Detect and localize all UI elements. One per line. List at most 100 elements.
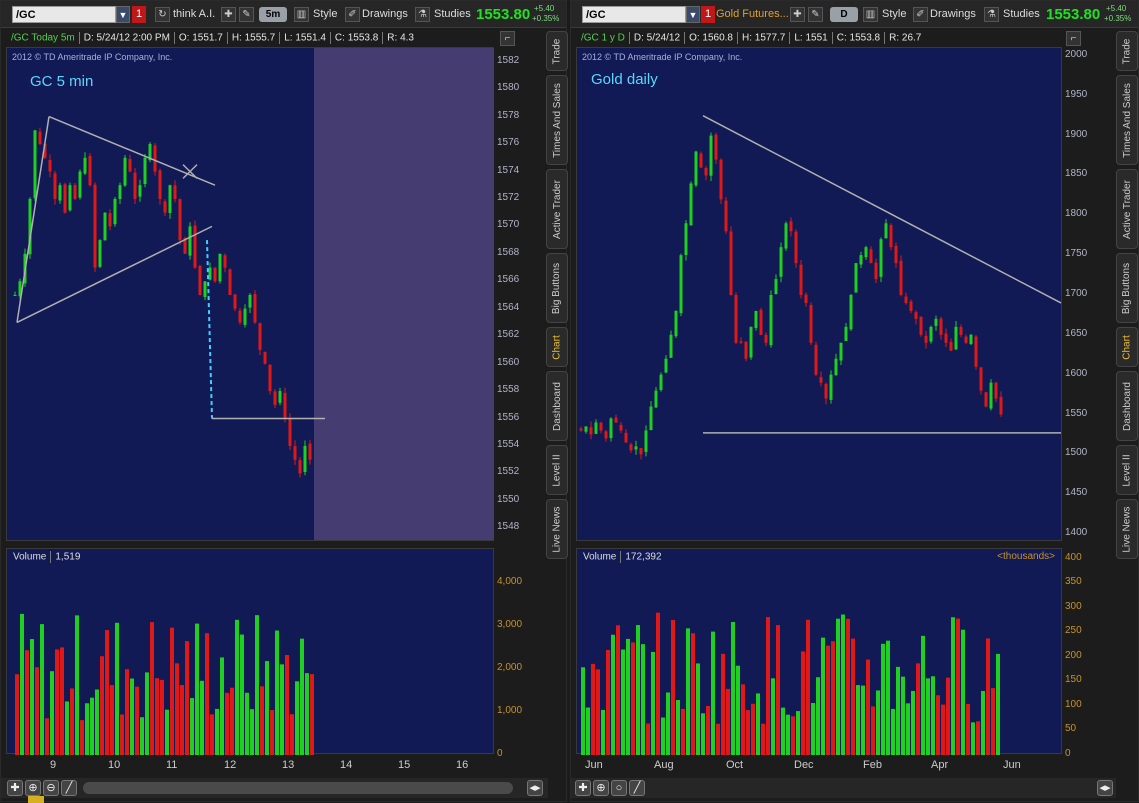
wrench-icon[interactable]: ✎: [239, 7, 254, 22]
y-tick-label: 1552: [497, 466, 520, 478]
side-tab-big-buttons[interactable]: Big Buttons: [546, 253, 568, 323]
volume-bar: [846, 618, 850, 755]
drawings-menu[interactable]: Drawings: [362, 8, 408, 20]
crosshair-icon[interactable]: ✚: [790, 7, 805, 22]
symbol-dropdown-icon[interactable]: ▼: [686, 6, 700, 23]
candle-body: [824, 383, 828, 399]
candle-body: [123, 157, 127, 186]
candle-body: [98, 240, 102, 267]
candle-body: [138, 185, 142, 197]
candles-left: [13, 115, 325, 478]
volume-bar: [661, 717, 665, 755]
y-tick-label: 1582: [497, 54, 520, 66]
wrench-icon[interactable]: ✎: [808, 7, 823, 22]
studies-menu[interactable]: Studies: [434, 8, 471, 20]
volume-bar: [80, 720, 84, 755]
side-tab-live-news[interactable]: Live News: [546, 499, 568, 559]
symbol-input[interactable]: /GC: [582, 6, 686, 23]
chart-settings-icon[interactable]: ⌐: [1066, 31, 1081, 46]
x-tick-label: 12: [224, 759, 237, 771]
candle-body: [33, 130, 37, 199]
crosshair-icon[interactable]: ✚: [221, 7, 236, 22]
tool-label[interactable]: Gold Futures...: [716, 8, 789, 20]
drawings-icon[interactable]: ✐: [345, 7, 360, 22]
pan-icon[interactable]: ✚: [575, 780, 591, 796]
volume-bar: [731, 621, 735, 755]
chart-settings-icon[interactable]: ⌐: [500, 31, 515, 46]
volume-bar: [275, 630, 279, 755]
think-ai-icon[interactable]: ↻: [155, 7, 170, 22]
tool-label[interactable]: think A.I.: [173, 8, 215, 20]
volume-bar: [120, 714, 124, 755]
y-tick-label: 1580: [497, 82, 520, 94]
studies-icon[interactable]: ⚗: [984, 7, 999, 22]
zoom-out-icon[interactable]: ⊖: [43, 780, 59, 796]
price-chart-left[interactable]: 2012 © TD Ameritrade IP Company, Inc. GC…: [6, 47, 494, 541]
aggregation-button[interactable]: 5m: [259, 7, 287, 22]
volume-bar: [596, 669, 600, 755]
side-tab-live-news[interactable]: Live News: [1116, 499, 1138, 559]
x-tick-label: Oct: [726, 759, 744, 771]
studies-icon[interactable]: ⚗: [415, 7, 430, 22]
style-icon[interactable]: ▥: [294, 7, 309, 22]
volume-bar: [796, 711, 800, 755]
candle-body: [889, 225, 893, 248]
link-tag[interactable]: 1: [701, 6, 715, 23]
aggregation-button[interactable]: D: [830, 7, 858, 22]
side-tab-active-trader[interactable]: Active Trader: [1116, 169, 1138, 249]
drawings-menu[interactable]: Drawings: [930, 8, 976, 20]
side-tab-level-ii[interactable]: Level II: [1116, 445, 1138, 495]
studies-menu[interactable]: Studies: [1003, 8, 1040, 20]
volume-chart-left[interactable]: Volume 1,519: [6, 548, 494, 755]
symbol-input[interactable]: /GC: [12, 6, 116, 23]
side-tab-level-ii[interactable]: Level II: [546, 445, 568, 495]
volume-bar: [696, 663, 700, 755]
volume-bar: [741, 684, 745, 755]
expand-icon[interactable]: ◂▸: [1097, 780, 1113, 796]
volume-chart-right[interactable]: Volume 172,392 <thousands>: [576, 548, 1062, 755]
side-tab-dashboard[interactable]: Dashboard: [546, 371, 568, 441]
side-tab-chart[interactable]: Chart: [546, 327, 568, 367]
volume-bar: [40, 624, 44, 755]
side-tab-trade[interactable]: Trade: [546, 31, 568, 71]
candle-body: [699, 153, 703, 168]
expand-icon[interactable]: ◂▸: [527, 780, 543, 796]
side-tab-active-trader[interactable]: Active Trader: [546, 169, 568, 249]
pan-icon[interactable]: ✚: [7, 780, 23, 796]
side-tab-chart[interactable]: Chart: [1116, 327, 1138, 367]
side-tab-label: Times And Sales: [1121, 82, 1133, 158]
style-menu[interactable]: Style: [882, 8, 906, 20]
volume-bar: [125, 669, 129, 755]
side-tab-trade[interactable]: Trade: [1116, 31, 1138, 71]
link-tag[interactable]: 1: [132, 6, 146, 23]
candle-body: [298, 460, 302, 474]
zoom-out-icon[interactable]: ○: [611, 780, 627, 796]
candle-body: [73, 184, 77, 199]
style-icon[interactable]: ▥: [863, 7, 878, 22]
volume-bar: [285, 654, 289, 755]
volume-bar: [786, 714, 790, 755]
zoom-in-icon[interactable]: ⊕: [25, 780, 41, 796]
volume-tick-label: 2,000: [497, 662, 523, 674]
side-tab-label: Big Buttons: [1121, 262, 1133, 314]
volume-bar: [60, 647, 64, 755]
volume-bar: [110, 685, 114, 755]
draw-line-icon[interactable]: ╱: [629, 780, 645, 796]
volume-bar: [906, 703, 910, 755]
zoom-in-icon[interactable]: ⊕: [593, 780, 609, 796]
side-tab-times-and-sales[interactable]: Times And Sales: [546, 75, 568, 165]
side-tab-times-and-sales[interactable]: Times And Sales: [1116, 75, 1138, 165]
side-tab-dashboard[interactable]: Dashboard: [1116, 371, 1138, 441]
volume-tick-label: 3,000: [497, 619, 523, 631]
candle-body: [163, 201, 167, 213]
style-menu[interactable]: Style: [313, 8, 337, 20]
volume-bar: [185, 641, 189, 755]
side-tab-big-buttons[interactable]: Big Buttons: [1116, 253, 1138, 323]
side-tab-label: Chart: [551, 334, 563, 360]
candle-body: [604, 431, 608, 439]
price-chart-right[interactable]: 2012 © TD Ameritrade IP Company, Inc. Go…: [576, 47, 1062, 541]
draw-line-icon[interactable]: ╱: [61, 780, 77, 796]
horizontal-scrollbar[interactable]: [83, 782, 513, 794]
drawings-icon[interactable]: ✐: [913, 7, 928, 22]
symbol-dropdown-icon[interactable]: ▼: [116, 6, 130, 23]
